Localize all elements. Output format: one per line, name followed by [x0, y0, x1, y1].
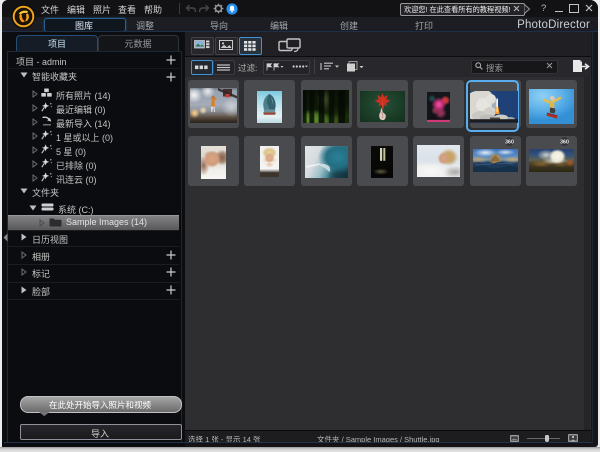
svg-text:360: 360 — [560, 139, 569, 145]
svg-text:360: 360 — [505, 139, 514, 145]
